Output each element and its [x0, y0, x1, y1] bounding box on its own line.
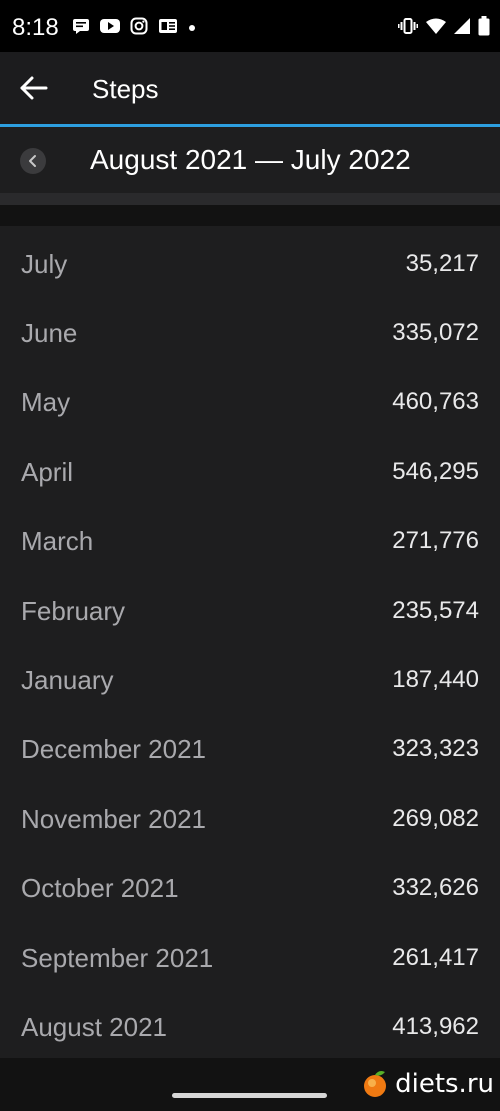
steps-value: 235,574: [392, 597, 479, 624]
month-label: March: [21, 526, 94, 556]
month-label: July: [21, 249, 68, 279]
steps-value: 413,962: [392, 1013, 479, 1040]
chevron-left-icon: [29, 155, 36, 167]
month-label: January: [21, 665, 114, 695]
instagram-icon: [130, 17, 148, 40]
month-label: October 2021: [21, 873, 179, 903]
steps-value: 546,295: [392, 458, 479, 485]
list-item[interactable]: March 271,776: [0, 506, 500, 575]
system-icons: [398, 16, 490, 41]
notification-icons: [72, 17, 196, 40]
section-gap: [0, 205, 500, 225]
status-time: 8:18: [12, 14, 59, 41]
monthly-steps-list: July 35,217 June 335,072 May 460,763 Apr…: [0, 226, 500, 1058]
date-range-label: August 2021 — July 2022: [90, 144, 411, 175]
watermark-text: diets.ru: [395, 1069, 494, 1099]
orange-logo-icon: [364, 1071, 387, 1097]
steps-value: 460,763: [392, 388, 479, 415]
month-label: May: [21, 387, 71, 417]
steps-value: 269,082: [392, 805, 479, 832]
list-item[interactable]: September 2021 261,417: [0, 923, 500, 992]
page-title: Steps: [92, 74, 159, 104]
app-bar: Steps: [0, 52, 500, 127]
month-label: November 2021: [21, 804, 206, 834]
month-label: April: [21, 457, 74, 487]
month-label: August 2021: [21, 1012, 168, 1042]
dot-icon: [188, 19, 196, 37]
month-label: June: [21, 318, 78, 348]
home-indicator[interactable]: [172, 1093, 327, 1098]
previous-range-button[interactable]: [20, 148, 46, 174]
divider: [0, 193, 500, 205]
list-item[interactable]: November 2021 269,082: [0, 784, 500, 853]
list-item[interactable]: February 235,574: [0, 576, 500, 645]
vibrate-icon: [398, 17, 418, 40]
battery-icon: [478, 16, 490, 41]
steps-value: 335,072: [392, 319, 479, 346]
list-item[interactable]: January 187,440: [0, 645, 500, 714]
list-item[interactable]: April 546,295: [0, 437, 500, 506]
steps-value: 271,776: [392, 527, 479, 554]
list-item[interactable]: October 2021 332,626: [0, 853, 500, 922]
watermark: diets.ru: [361, 1069, 494, 1099]
steps-value: 261,417: [392, 944, 479, 971]
wifi-icon: [426, 18, 446, 39]
steps-value: 323,323: [392, 735, 479, 762]
message-icon: [72, 17, 90, 40]
back-arrow-icon[interactable]: [18, 74, 54, 102]
steps-value: 187,440: [392, 666, 479, 693]
steps-value: 35,217: [405, 250, 479, 277]
month-label: February: [21, 596, 126, 626]
news-icon: [158, 18, 178, 39]
list-item[interactable]: May 460,763: [0, 367, 500, 436]
list-item[interactable]: December 2021 323,323: [0, 714, 500, 783]
list-item[interactable]: August 2021 413,962: [0, 992, 500, 1061]
list-item[interactable]: July 35,217: [0, 229, 500, 298]
steps-value: 332,626: [392, 874, 479, 901]
month-label: December 2021: [21, 734, 206, 764]
youtube-icon: [100, 18, 120, 39]
date-range-bar: August 2021 — July 2022: [0, 127, 500, 193]
status-bar: 8:18: [0, 0, 500, 52]
list-item[interactable]: June 335,072: [0, 298, 500, 367]
signal-icon: [454, 18, 470, 39]
month-label: September 2021: [21, 943, 214, 973]
